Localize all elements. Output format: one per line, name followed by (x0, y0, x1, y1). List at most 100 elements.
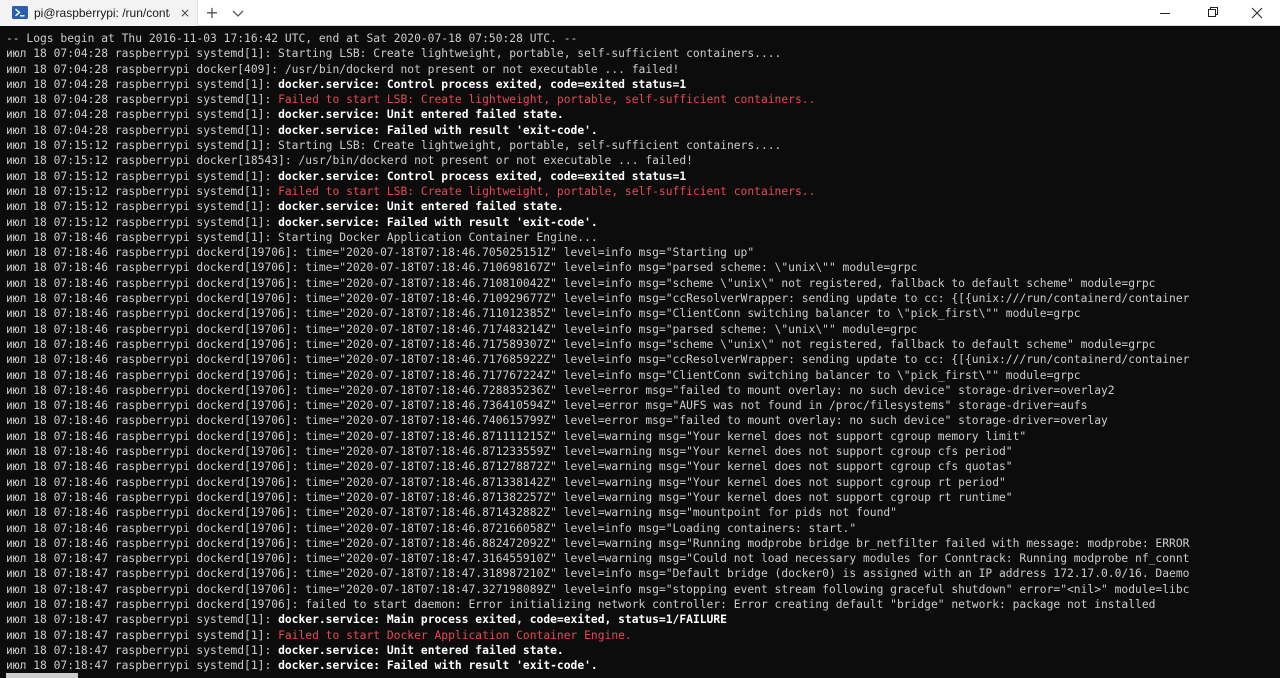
log-line-text: июл 18 07:18:47 raspberrypi dockerd[1970… (6, 597, 1156, 611)
log-line: июл 18 07:18:46 raspberrypi dockerd[1970… (6, 444, 1189, 459)
log-line: июл 18 07:18:46 raspberrypi dockerd[1970… (6, 260, 1189, 275)
log-line: июл 18 07:18:46 raspberrypi dockerd[1970… (6, 490, 1189, 505)
log-status-message: docker.service: Failed with result 'exit… (278, 659, 598, 673)
log-line-text: июл 18 07:18:46 raspberrypi dockerd[1970… (6, 276, 1156, 290)
log-line-text: июл 18 07:15:12 raspberrypi systemd[1]: (6, 200, 279, 214)
log-line: июл 18 07:18:46 raspberrypi dockerd[1970… (6, 368, 1189, 383)
tab-title: pi@raspberrypi: /run/containerd (34, 6, 170, 20)
log-line-text: июл 18 07:18:46 raspberrypi dockerd[1970… (6, 246, 755, 260)
log-line: июл 18 07:18:46 raspberrypi dockerd[1970… (6, 291, 1189, 306)
log-line-text: июл 18 07:18:46 raspberrypi dockerd[1970… (6, 322, 918, 336)
log-line: июл 18 07:18:47 raspberrypi systemd[1]: … (6, 643, 1189, 658)
new-tab-button[interactable]: + (202, 3, 222, 23)
log-line: июл 18 07:18:46 raspberrypi dockerd[1970… (6, 276, 1189, 291)
tab-close-button[interactable]: × (176, 4, 194, 22)
log-line: июл 18 07:04:28 raspberrypi systemd[1]: … (6, 92, 1189, 107)
log-line-text: июл 18 07:04:28 raspberrypi systemd[1]: (6, 123, 279, 137)
log-line-text: июл 18 07:18:46 raspberrypi dockerd[1970… (6, 490, 1013, 504)
log-line-text: июл 18 07:18:47 raspberrypi systemd[1]: (6, 643, 279, 657)
log-status-message: docker.service: Failed with result 'exit… (278, 215, 598, 229)
log-line: июл 18 07:04:28 raspberrypi systemd[1]: … (6, 77, 1189, 92)
log-line: июл 18 07:04:28 raspberrypi systemd[1]: … (6, 107, 1189, 122)
log-line: июл 18 07:15:12 raspberrypi systemd[1]: … (6, 169, 1189, 184)
log-line-text: июл 18 07:18:46 raspberrypi dockerd[1970… (6, 261, 918, 275)
log-line: июл 18 07:15:12 raspberrypi systemd[1]: … (6, 138, 1189, 153)
log-line-text: июл 18 07:15:12 raspberrypi systemd[1]: (6, 215, 279, 229)
log-line-text: июл 18 07:18:46 raspberrypi dockerd[1970… (6, 460, 1013, 474)
log-line-text: июл 18 07:18:46 raspberrypi dockerd[1970… (6, 307, 1081, 321)
log-line-text: июл 18 07:18:46 raspberrypi dockerd[1970… (6, 475, 1006, 489)
log-line-text: июл 18 07:18:46 raspberrypi dockerd[1970… (6, 292, 1190, 306)
log-output: -- Logs begin at Thu 2016-11-03 17:16:42… (6, 31, 1189, 673)
log-line-text: июл 18 07:18:47 raspberrypi systemd[1]: (6, 613, 279, 627)
log-line: июл 18 07:18:46 raspberrypi dockerd[1970… (6, 322, 1189, 337)
chevron-down-icon[interactable] (228, 3, 248, 23)
log-line: июл 18 07:18:47 raspberrypi systemd[1]: … (6, 612, 1189, 627)
log-line: июл 18 07:18:46 raspberrypi dockerd[1970… (6, 337, 1189, 352)
log-line-text: июл 18 07:18:46 raspberrypi dockerd[1970… (6, 353, 1190, 367)
title-bar: pi@raspberrypi: /run/containerd × + (0, 0, 1280, 26)
log-line: июл 18 07:18:46 raspberrypi dockerd[1970… (6, 352, 1189, 367)
log-line-text: июл 18 07:18:47 raspberrypi dockerd[1970… (6, 582, 1190, 596)
minimize-button[interactable] (1142, 0, 1188, 26)
log-line-text: июл 18 07:18:47 raspberrypi systemd[1]: (6, 659, 279, 673)
log-line: июл 18 07:18:46 raspberrypi dockerd[1970… (6, 505, 1189, 520)
log-line-text: июл 18 07:18:46 raspberrypi dockerd[1970… (6, 536, 1190, 550)
log-line: июл 18 07:18:47 raspberrypi dockerd[1970… (6, 566, 1189, 581)
log-line-text: июл 18 07:04:28 raspberrypi systemd[1]: (6, 93, 279, 107)
log-error-message: Failed to start LSB: Create lightweight,… (278, 93, 816, 107)
maximize-button[interactable] (1188, 0, 1234, 26)
close-window-button[interactable] (1234, 0, 1280, 26)
log-line: июл 18 07:15:12 raspberrypi systemd[1]: … (6, 199, 1189, 214)
log-line: июл 18 07:18:47 raspberrypi systemd[1]: … (6, 658, 1189, 673)
log-status-message: docker.service: Unit entered failed stat… (278, 200, 564, 214)
log-line: июл 18 07:04:28 raspberrypi systemd[1]: … (6, 46, 1189, 61)
log-line: июл 18 07:18:46 raspberrypi dockerd[1970… (6, 459, 1189, 474)
log-line: июл 18 07:18:46 raspberrypi dockerd[1970… (6, 429, 1189, 444)
log-line: июл 18 07:18:47 raspberrypi dockerd[1970… (6, 551, 1189, 566)
log-line: июл 18 07:18:46 raspberrypi systemd[1]: … (6, 230, 1189, 245)
terminal-cursor (6, 673, 78, 678)
log-line: июл 18 07:18:46 raspberrypi dockerd[1970… (6, 245, 1189, 260)
log-line: июл 18 07:18:46 raspberrypi dockerd[1970… (6, 306, 1189, 321)
log-line-text: июл 18 07:18:46 raspberrypi dockerd[1970… (6, 337, 1156, 351)
log-error-message: Failed to start Docker Application Conta… (278, 628, 632, 642)
log-line-text: июл 18 07:18:46 raspberrypi dockerd[1970… (6, 383, 1115, 397)
log-line-text: июл 18 07:18:46 raspberrypi dockerd[1970… (6, 368, 1081, 382)
log-line-text: июл 18 07:18:46 raspberrypi dockerd[1970… (6, 414, 1108, 428)
powershell-icon (12, 6, 28, 19)
log-line-text: июл 18 07:18:46 raspberrypi dockerd[1970… (6, 445, 1013, 459)
terminal-tab[interactable]: pi@raspberrypi: /run/containerd × (0, 0, 198, 26)
log-line-text: июл 18 07:18:47 raspberrypi dockerd[1970… (6, 552, 1190, 566)
log-status-message: docker.service: Unit entered failed stat… (278, 643, 564, 657)
log-line: июл 18 07:15:12 raspberrypi systemd[1]: … (6, 184, 1189, 199)
log-line: июл 18 07:18:46 raspberrypi dockerd[1970… (6, 413, 1189, 428)
terminal-output[interactable]: -- Logs begin at Thu 2016-11-03 17:16:42… (0, 27, 1280, 678)
log-line-text: -- Logs begin at Thu 2016-11-03 17:16:42… (6, 32, 578, 45)
log-line: июл 18 07:18:47 raspberrypi systemd[1]: … (6, 628, 1189, 643)
log-line: июл 18 07:18:47 raspberrypi dockerd[1970… (6, 597, 1189, 612)
log-status-message: docker.service: Failed with result 'exit… (278, 123, 598, 137)
log-line: июл 18 07:18:46 raspberrypi dockerd[1970… (6, 383, 1189, 398)
log-line: июл 18 07:18:47 raspberrypi dockerd[1970… (6, 582, 1189, 597)
log-line: -- Logs begin at Thu 2016-11-03 17:16:42… (6, 31, 1189, 46)
log-line-text: июл 18 07:18:46 raspberrypi systemd[1]: … (6, 230, 598, 244)
log-line-text: июл 18 07:04:28 raspberrypi systemd[1]: (6, 77, 279, 91)
log-line-text: июл 18 07:18:46 raspberrypi dockerd[1970… (6, 399, 1088, 413)
log-status-message: docker.service: Main process exited, cod… (278, 613, 727, 627)
log-status-message: docker.service: Control process exited, … (278, 169, 687, 183)
log-line-text: июл 18 07:18:46 raspberrypi dockerd[1970… (6, 506, 897, 520)
log-line: июл 18 07:18:46 raspberrypi dockerd[1970… (6, 536, 1189, 551)
log-line-text: июл 18 07:04:28 raspberrypi docker[409]:… (6, 62, 680, 76)
log-line: июл 18 07:18:46 raspberrypi dockerd[1970… (6, 521, 1189, 536)
log-line: июл 18 07:18:46 raspberrypi dockerd[1970… (6, 475, 1189, 490)
log-line-text: июл 18 07:15:12 raspberrypi systemd[1]: (6, 184, 279, 198)
log-line-text: июл 18 07:18:47 raspberrypi systemd[1]: (6, 628, 279, 642)
log-line-text: июл 18 07:04:28 raspberrypi systemd[1]: … (6, 47, 782, 61)
log-line-text: июл 18 07:04:28 raspberrypi systemd[1]: (6, 108, 279, 122)
log-line: июл 18 07:15:12 raspberrypi docker[18543… (6, 153, 1189, 168)
log-line-text: июл 18 07:15:12 raspberrypi systemd[1]: (6, 169, 279, 183)
log-line: июл 18 07:04:28 raspberrypi systemd[1]: … (6, 123, 1189, 138)
log-status-message: docker.service: Unit entered failed stat… (278, 108, 564, 122)
log-error-message: Failed to start LSB: Create lightweight,… (278, 184, 816, 198)
